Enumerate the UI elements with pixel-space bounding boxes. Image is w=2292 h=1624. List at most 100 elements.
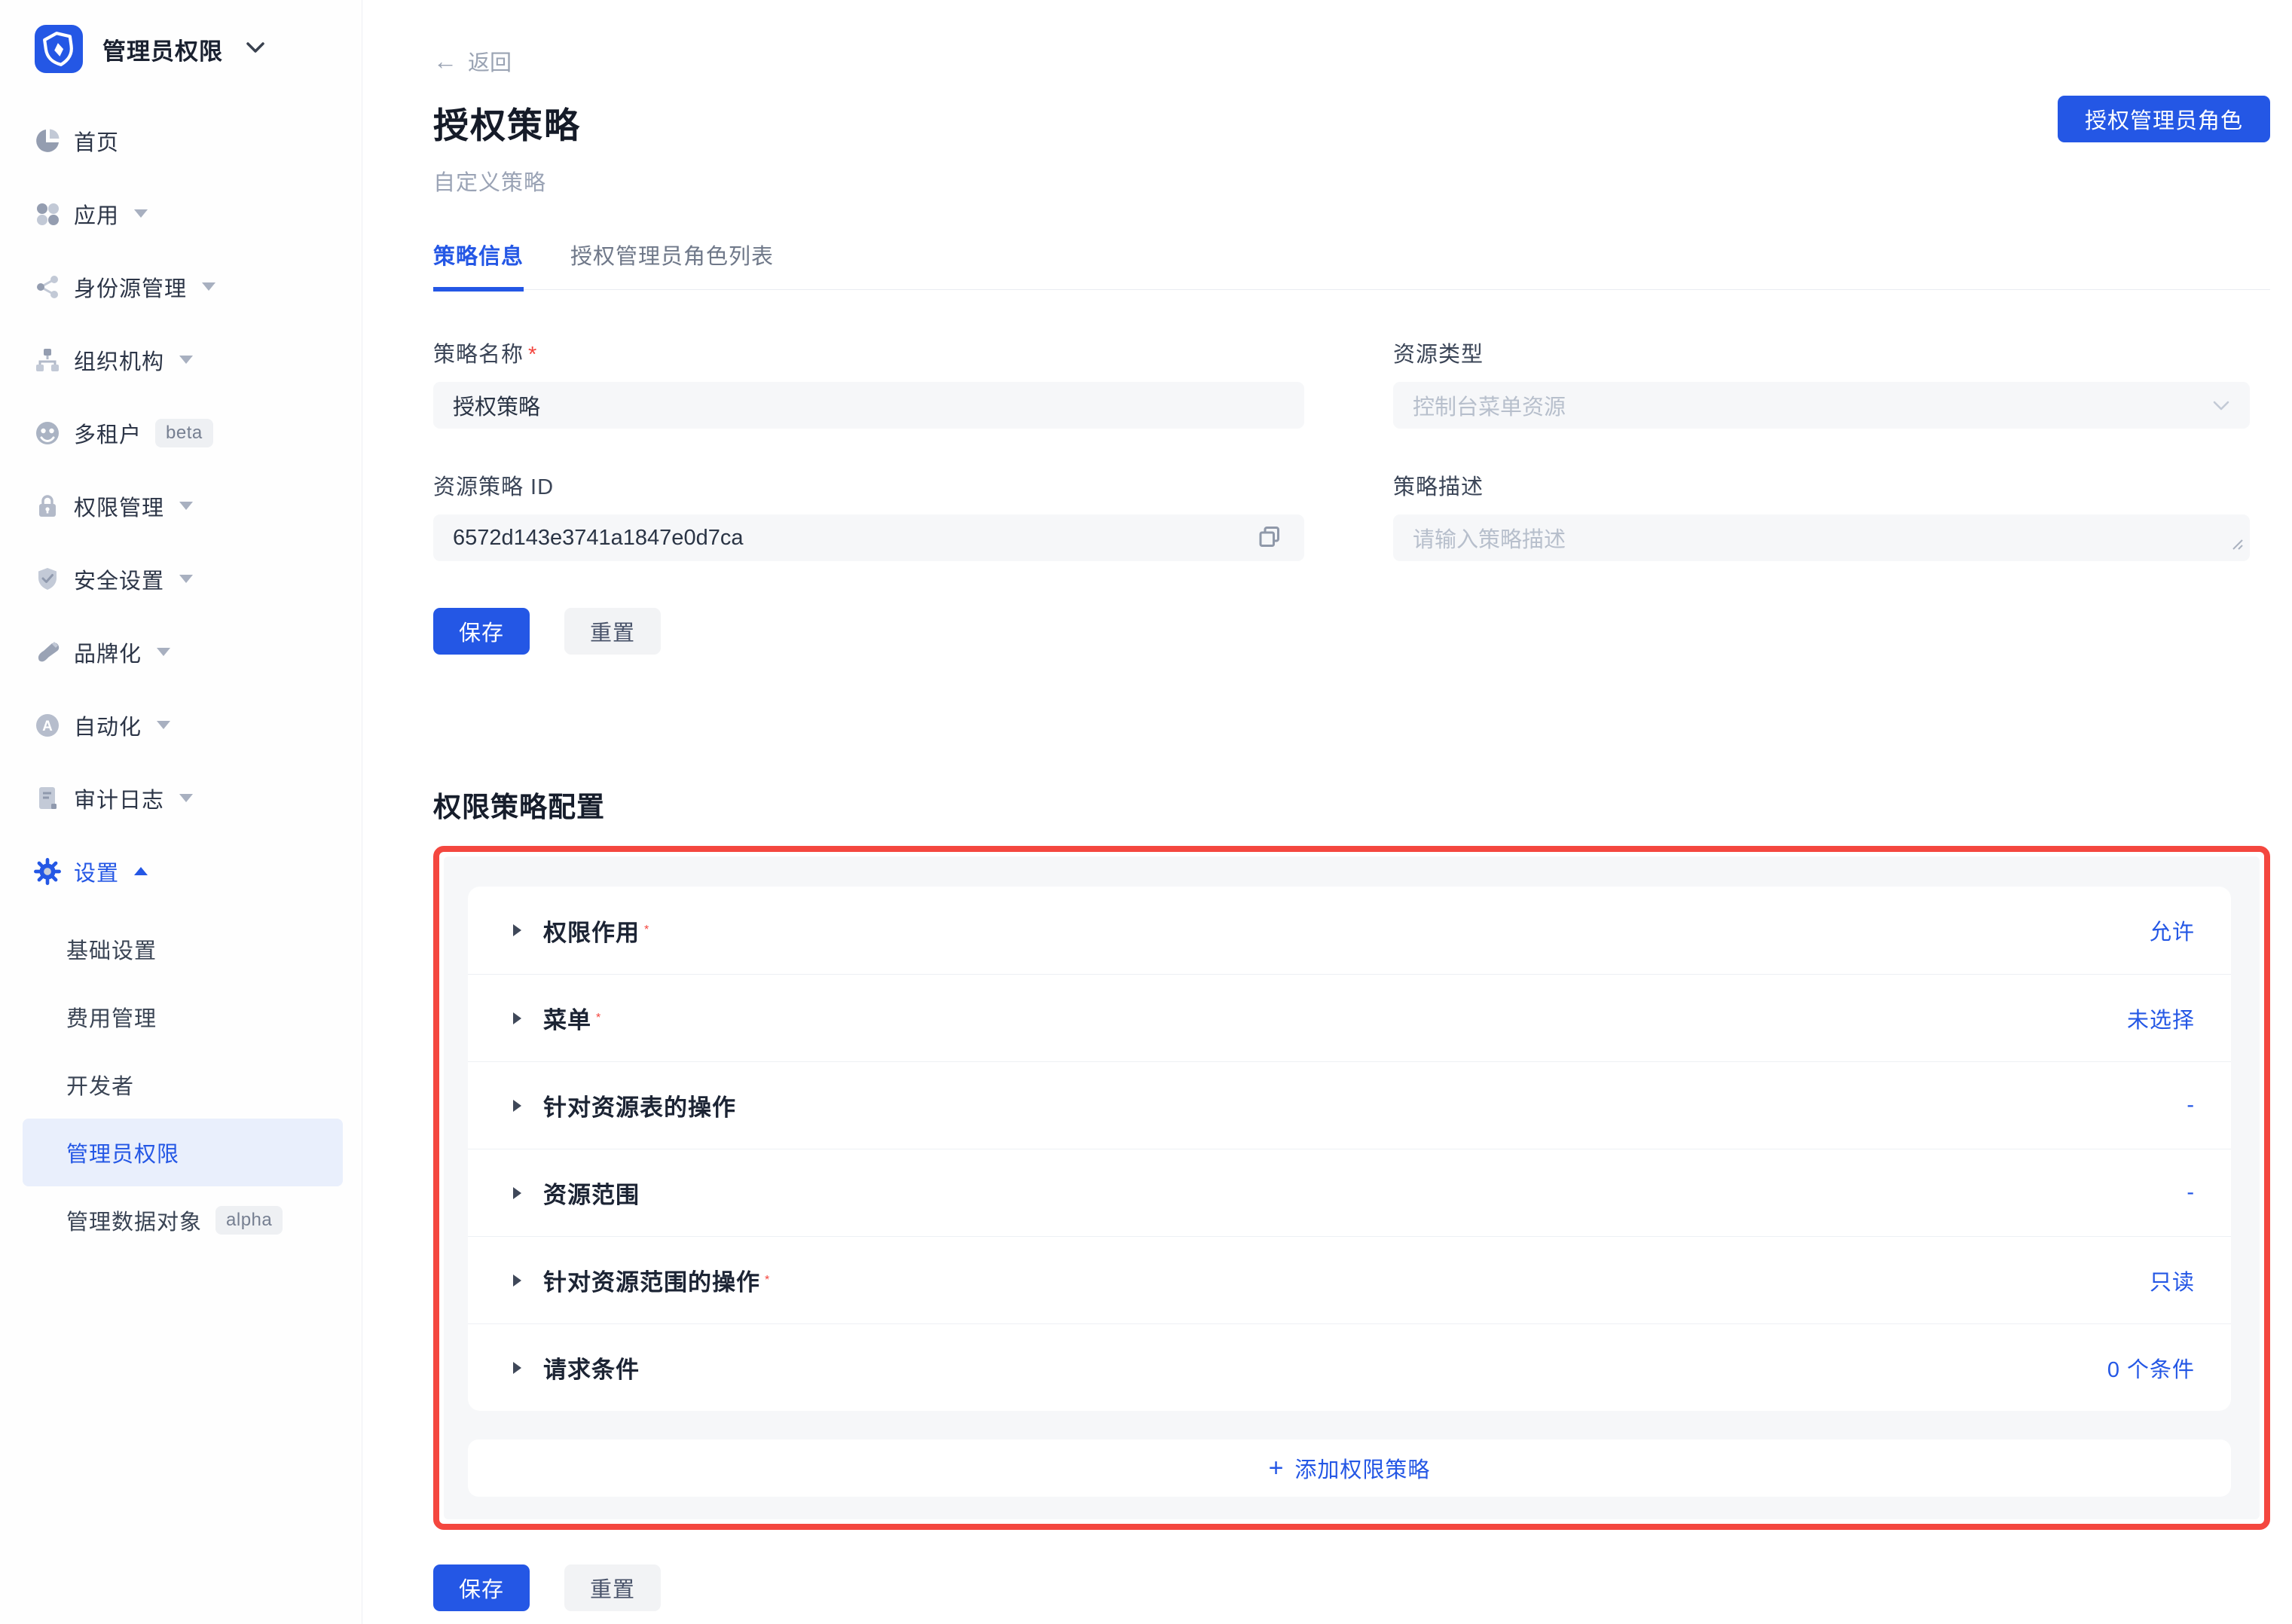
pie-chart-icon: [33, 127, 62, 155]
chevron-down-icon: [134, 209, 148, 218]
required-asterisk: *: [596, 1012, 601, 1025]
policy-config-panel: 权限作用 * 允许 菜单 * 未选择: [444, 856, 2260, 1519]
authorize-admin-role-button[interactable]: 授权管理员角色: [2058, 96, 2270, 142]
form-actions: 保存 重置: [433, 608, 2270, 655]
policy-id-input[interactable]: 6572d143e3741a1847e0d7ca: [433, 514, 1304, 561]
settings-subnav: 基础设置 费用管理 开发者 管理员权限 管理数据对象 alpha: [0, 915, 362, 1254]
chevron-down-icon: [179, 794, 193, 802]
alpha-badge: alpha: [215, 1206, 283, 1235]
share-icon: [33, 273, 62, 301]
row-value-link[interactable]: 未选择: [2127, 1003, 2195, 1034]
sidebar-item-apps[interactable]: 应用: [0, 177, 362, 250]
row-value-link[interactable]: 允许: [2150, 914, 2195, 946]
shield-check-icon: [33, 565, 62, 594]
sidebar-item-billing[interactable]: 费用管理: [0, 983, 362, 1051]
page-subtitle: 自定义策略: [433, 165, 2270, 197]
row-value-link[interactable]: -: [2187, 1093, 2195, 1118]
sidebar-item-security[interactable]: 安全设置: [0, 542, 362, 615]
policy-row-resource-scope[interactable]: 资源范围 -: [468, 1149, 2231, 1236]
page: 管理员权限 首页: [0, 0, 2292, 1624]
policy-rules-card: 权限作用 * 允许 菜单 * 未选择: [468, 887, 2231, 1411]
lock-icon: [33, 492, 62, 520]
sidebar-nav: 首页 应用: [0, 104, 362, 1254]
sidebar-item-audit-logs[interactable]: 审计日志: [0, 762, 362, 835]
tab-bar: 策略信息 授权管理员角色列表: [433, 239, 2270, 290]
sidebar: 管理员权限 首页: [0, 0, 362, 1624]
sidebar-item-identity-sources[interactable]: 身份源管理: [0, 250, 362, 323]
policy-row-request-conditions[interactable]: 请求条件 0 个条件: [468, 1323, 2231, 1411]
sidebar-item-permissions[interactable]: 权限管理: [0, 469, 362, 542]
chevron-down-icon: [179, 356, 193, 364]
policy-row-resource-scope-actions[interactable]: 针对资源范围的操作 * 只读: [468, 1236, 2231, 1323]
sidebar-item-multi-tenant[interactable]: 多租户 beta: [0, 396, 362, 469]
policy-row-effect[interactable]: 权限作用 * 允许: [468, 887, 2231, 974]
resource-type-select[interactable]: 控制台菜单资源: [1393, 382, 2250, 429]
red-annotation-highlight: 权限作用 * 允许 菜单 * 未选择: [433, 846, 2270, 1530]
field-resource-type: 资源类型 控制台菜单资源: [1393, 337, 2250, 429]
beta-badge: beta: [155, 419, 213, 447]
policy-config-section-title: 权限策略配置: [433, 784, 2270, 825]
caret-right-icon[interactable]: [513, 924, 522, 936]
row-value-link[interactable]: 0 个条件: [2107, 1352, 2195, 1384]
back-button[interactable]: ← 返回: [433, 45, 512, 77]
tab-policy-info[interactable]: 策略信息: [433, 239, 524, 292]
bottom-actions: 保存 重置: [433, 1564, 2270, 1611]
required-asterisk: *: [644, 923, 649, 937]
caret-right-icon[interactable]: [513, 1362, 522, 1374]
main-content: ← 返回 授权管理员角色 授权策略 自定义策略 策略信息 授权管理员角色列表 策…: [362, 0, 2292, 1624]
chevron-down-icon: [2212, 393, 2230, 418]
policy-row-menu[interactable]: 菜单 * 未选择: [468, 974, 2231, 1061]
chevron-down-icon: [179, 575, 193, 583]
sidebar-item-home[interactable]: 首页: [0, 104, 362, 177]
brush-icon: [33, 638, 62, 667]
apps-icon: [33, 200, 62, 228]
sidebar-item-admin-permissions[interactable]: 管理员权限: [23, 1119, 343, 1186]
app-title: 管理员权限: [102, 32, 223, 66]
caret-right-icon[interactable]: [513, 1012, 522, 1024]
app-switcher[interactable]: 管理员权限: [0, 24, 362, 74]
copy-icon[interactable]: [1254, 523, 1285, 553]
policy-row-resource-table-actions[interactable]: 针对资源表的操作 -: [468, 1061, 2231, 1149]
page-title: 授权策略: [433, 96, 2270, 148]
row-value-link[interactable]: -: [2187, 1180, 2195, 1205]
sidebar-item-developer[interactable]: 开发者: [0, 1051, 362, 1119]
plus-icon: +: [1269, 1455, 1285, 1481]
sidebar-item-basic-settings[interactable]: 基础设置: [0, 915, 362, 983]
add-policy-button[interactable]: + 添加权限策略: [468, 1439, 2231, 1497]
sidebar-item-branding[interactable]: 品牌化: [0, 615, 362, 688]
sidebar-item-automation[interactable]: A 自动化: [0, 688, 362, 762]
app-logo-shield-icon: [35, 25, 83, 73]
field-policy-id: 资源策略 ID 6572d143e3741a1847e0d7ca: [433, 469, 1304, 561]
sidebar-item-settings[interactable]: 设置: [0, 835, 362, 908]
field-policy-name: 策略名称* 授权策略: [433, 337, 1304, 429]
sidebar-item-organization[interactable]: 组织机构: [0, 323, 362, 396]
policy-form: 策略名称* 授权策略 资源类型 控制台菜单资源 资源策略 ID 6572d143…: [433, 337, 2270, 561]
sidebar-item-managed-data-objects[interactable]: 管理数据对象 alpha: [0, 1186, 362, 1254]
tab-authorized-admin-roles[interactable]: 授权管理员角色列表: [570, 239, 774, 289]
save-button-bottom[interactable]: 保存: [433, 1564, 530, 1611]
svg-text:A: A: [42, 719, 53, 734]
placeholder-text: 请输入策略描述: [1413, 522, 1566, 554]
chevron-down-icon: [246, 41, 265, 58]
caret-right-icon[interactable]: [513, 1100, 522, 1112]
reset-button[interactable]: 重置: [564, 608, 661, 655]
caret-right-icon[interactable]: [513, 1187, 522, 1199]
policy-name-input[interactable]: 授权策略: [433, 382, 1304, 429]
required-asterisk: *: [765, 1274, 769, 1287]
back-arrow-icon: ←: [433, 49, 457, 73]
row-value-link[interactable]: 只读: [2150, 1265, 2195, 1296]
policy-description-textarea[interactable]: 请输入策略描述: [1393, 514, 2250, 561]
chevron-down-icon: [157, 721, 170, 729]
tenants-icon: [33, 419, 62, 447]
chevron-down-icon: [157, 648, 170, 656]
audit-log-icon: [33, 784, 62, 813]
save-button[interactable]: 保存: [433, 608, 530, 655]
org-tree-icon: [33, 346, 62, 374]
chevron-up-icon: [134, 867, 148, 875]
reset-button-bottom[interactable]: 重置: [564, 1564, 661, 1611]
automation-icon: A: [33, 711, 62, 740]
caret-right-icon[interactable]: [513, 1274, 522, 1287]
resize-grip-icon[interactable]: [2229, 532, 2244, 557]
field-policy-description: 策略描述 请输入策略描述: [1393, 469, 2250, 561]
gear-icon: [33, 857, 62, 886]
